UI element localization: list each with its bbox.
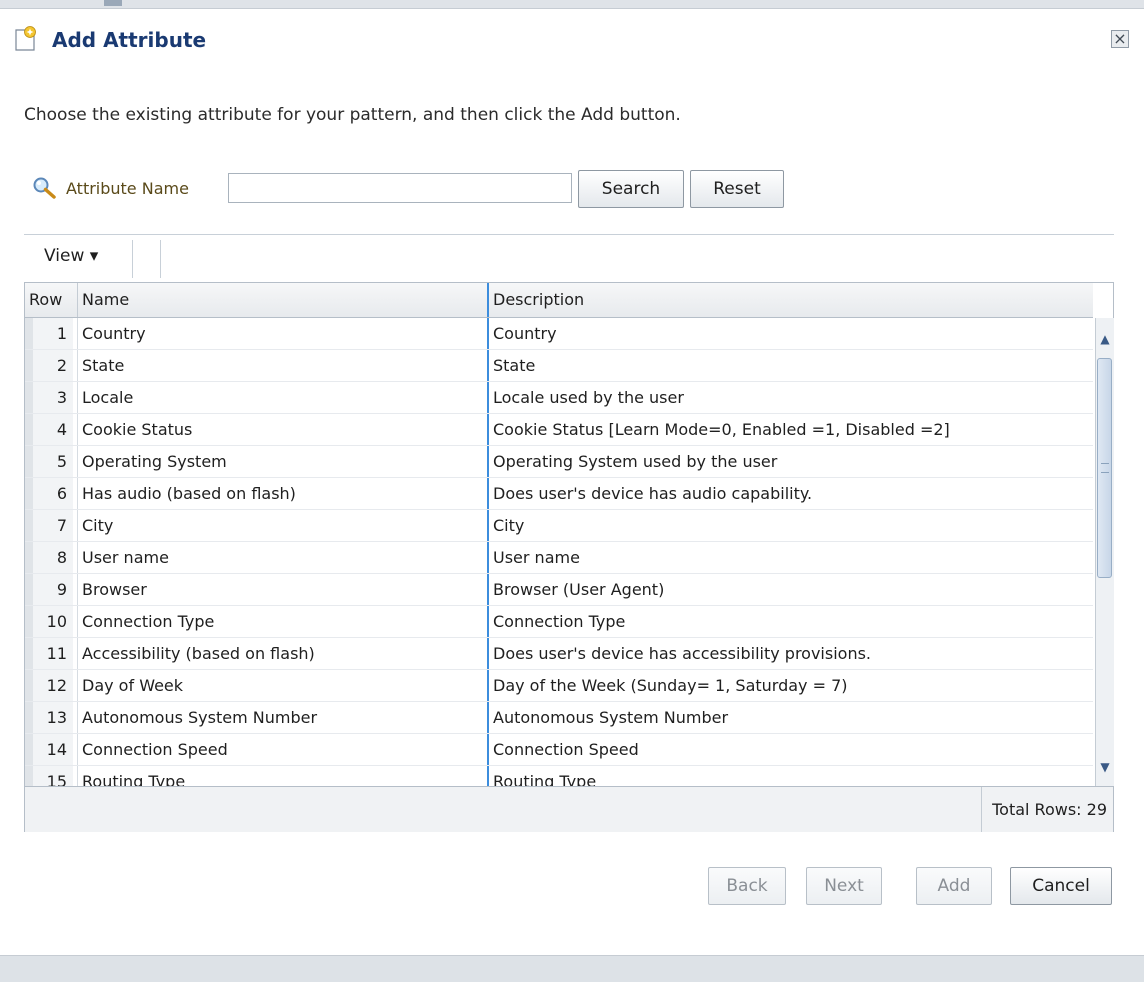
attribute-name-cell: Connection Speed [77, 734, 487, 765]
table-row[interactable]: 1 Country Country [25, 318, 1093, 350]
attribute-description-cell: Autonomous System Number [487, 702, 1093, 733]
add-button[interactable]: Add [916, 867, 992, 905]
toolbar-separator [132, 240, 133, 278]
attribute-name-cell: Connection Type [77, 606, 487, 637]
row-number: 13 [25, 702, 73, 733]
search-bar: Attribute Name Search Reset [32, 170, 792, 210]
attributes-table: Row Name Description 1 Country Country 2 Sta… [24, 282, 1114, 832]
table-row[interactable]: 7 City City [25, 510, 1093, 542]
attribute-description-cell: Connection Type [487, 606, 1093, 637]
reset-button[interactable]: Reset [690, 170, 784, 208]
table-row[interactable]: 10 Connection Type Connection Type [25, 606, 1093, 638]
attribute-description-cell: Locale used by the user [487, 382, 1093, 413]
row-number: 10 [25, 606, 73, 637]
attribute-description-cell: Browser (User Agent) [487, 574, 1093, 605]
add-document-icon [15, 26, 36, 51]
row-number: 6 [25, 478, 73, 509]
table-row[interactable]: 5 Operating System Operating System used b… [25, 446, 1093, 478]
attribute-name-cell: Locale [77, 382, 487, 413]
attribute-description-cell: Connection Speed [487, 734, 1093, 765]
table-footer: Total Rows: 29 [25, 786, 1113, 832]
attribute-name-cell: State [77, 350, 487, 381]
top-strip [0, 0, 1144, 9]
attribute-description-cell: Operating System used by the user [487, 446, 1093, 477]
attribute-name-cell: City [77, 510, 487, 541]
cancel-button[interactable]: Cancel [1010, 867, 1112, 905]
table-row[interactable]: 13 Autonomous System Number Autonomous Sys… [25, 702, 1093, 734]
row-number: 12 [25, 670, 73, 701]
row-number: 2 [25, 350, 73, 381]
top-tab [104, 0, 122, 6]
next-button[interactable]: Next [806, 867, 882, 905]
attribute-name-cell: Day of Week [77, 670, 487, 701]
view-menu[interactable]: View ▾ [44, 246, 98, 266]
attribute-name-cell: Routing Type [77, 766, 487, 786]
vertical-scrollbar[interactable]: ▲ ▼ [1095, 318, 1114, 786]
close-button[interactable]: × [1111, 30, 1129, 48]
table-row[interactable]: 11 Accessibility (based on flash) Does use… [25, 638, 1093, 670]
row-number: 1 [25, 318, 73, 349]
attribute-name-cell: Autonomous System Number [77, 702, 487, 733]
column-header-row[interactable]: Row [29, 283, 75, 317]
table-row[interactable]: 6 Has audio (based on flash) Does user's d… [25, 478, 1093, 510]
scroll-up-arrow-icon[interactable]: ▲ [1096, 330, 1114, 348]
attribute-name-cell: Has audio (based on flash) [77, 478, 487, 509]
bottom-bar [0, 955, 1144, 982]
instruction-text: Choose the existing attribute for your p… [24, 105, 681, 125]
row-number: 7 [25, 510, 73, 541]
search-icon [33, 177, 56, 199]
scroll-down-arrow-icon[interactable]: ▼ [1096, 758, 1114, 776]
row-number: 11 [25, 638, 73, 669]
table-toolbar: View ▾ [24, 240, 1114, 280]
table-row[interactable]: 12 Day of Week Day of the Week (Sunday= 1,… [25, 670, 1093, 702]
attribute-description-cell: City [487, 510, 1093, 541]
row-number: 3 [25, 382, 73, 413]
row-number: 15 [25, 766, 73, 786]
row-number: 9 [25, 574, 73, 605]
row-number: 8 [25, 542, 73, 573]
attribute-description-cell: User name [487, 542, 1093, 573]
column-header-name[interactable]: Name [77, 283, 488, 317]
attribute-name-cell: Accessibility (based on flash) [77, 638, 487, 669]
attribute-name-cell: Operating System [77, 446, 487, 477]
attribute-name-label: Attribute Name [66, 179, 189, 198]
toolbar-separator [160, 240, 161, 278]
column-header-description[interactable]: Description [487, 283, 1093, 317]
table-row[interactable]: 9 Browser Browser (User Agent) [25, 574, 1093, 606]
attribute-name-cell: User name [77, 542, 487, 573]
grip-icon [1101, 463, 1109, 473]
back-button[interactable]: Back [708, 867, 786, 905]
row-number: 4 [25, 414, 73, 445]
table-header: Row Name Description [25, 283, 1093, 318]
table-row[interactable]: 15 Routing Type Routing Type [25, 766, 1093, 786]
close-icon: × [1113, 29, 1127, 48]
table-row[interactable]: 14 Connection Speed Connection Speed [25, 734, 1093, 766]
search-button[interactable]: Search [578, 170, 684, 208]
attribute-description-cell: Does user's device has accessibility pro… [487, 638, 1093, 669]
dialog-title: Add Attribute [52, 28, 207, 52]
table-row[interactable]: 8 User name User name [25, 542, 1093, 574]
attribute-name-cell: Cookie Status [77, 414, 487, 445]
row-number: 14 [25, 734, 73, 765]
table-row[interactable]: 2 State State [25, 350, 1093, 382]
scroll-thumb[interactable] [1097, 358, 1112, 578]
table-body: 1 Country Country 2 State State 3 Locale Locale … [25, 318, 1093, 786]
attribute-name-input[interactable] [228, 173, 572, 203]
attribute-name-cell: Country [77, 318, 487, 349]
divider [24, 234, 1114, 235]
attribute-description-cell: Cookie Status [Learn Mode=0, Enabled =1,… [487, 414, 1093, 445]
attribute-name-cell: Browser [77, 574, 487, 605]
attribute-description-cell: Country [487, 318, 1093, 349]
table-row[interactable]: 3 Locale Locale used by the user [25, 382, 1093, 414]
table-row[interactable]: 4 Cookie Status Cookie Status [Learn Mode=… [25, 414, 1093, 446]
attribute-description-cell: State [487, 350, 1093, 381]
total-rows: Total Rows: 29 [981, 787, 1113, 832]
attribute-description-cell: Does user's device has audio capability. [487, 478, 1093, 509]
row-number: 5 [25, 446, 73, 477]
attribute-description-cell: Day of the Week (Sunday= 1, Saturday = 7… [487, 670, 1093, 701]
attribute-description-cell: Routing Type [487, 766, 1093, 786]
